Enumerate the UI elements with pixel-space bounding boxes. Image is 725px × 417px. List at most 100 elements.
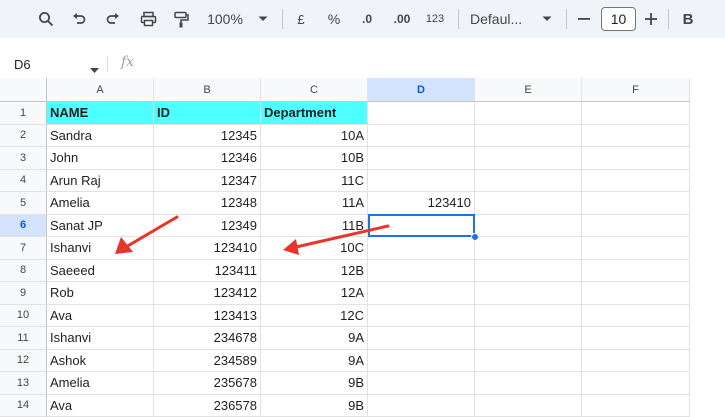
cell-e11[interactable] [475, 327, 582, 350]
cell-a2[interactable]: Sandra [47, 124, 154, 147]
column-header-d[interactable]: D [368, 78, 475, 102]
font-chevron-down-icon[interactable] [540, 0, 554, 38]
cell-b2[interactable]: 12345 [154, 124, 261, 147]
cell-f14[interactable] [582, 394, 690, 417]
cell-d8[interactable] [368, 259, 475, 282]
font-family-select[interactable]: Defaul... [470, 0, 534, 38]
cell-c3[interactable]: 10B [261, 147, 368, 170]
cell-e3[interactable] [475, 147, 582, 170]
cell-f4[interactable] [582, 169, 690, 192]
cell-f3[interactable] [582, 147, 690, 170]
row-header[interactable]: 5 [0, 192, 47, 215]
cell-c6[interactable]: 11B [261, 214, 368, 237]
cell-f10[interactable] [582, 304, 690, 327]
fill-handle[interactable] [471, 233, 479, 241]
cell-b10[interactable]: 123413 [154, 304, 261, 327]
cell-e10[interactable] [475, 304, 582, 327]
column-header-b[interactable]: B [154, 78, 261, 102]
cell-f9[interactable] [582, 282, 690, 305]
cell-e4[interactable] [475, 169, 582, 192]
cell-a3[interactable]: John [47, 147, 154, 170]
cell-d3[interactable] [368, 147, 475, 170]
font-size-input[interactable]: 10 [601, 7, 636, 31]
cell-e14[interactable] [475, 394, 582, 417]
cell-e1[interactable] [475, 102, 582, 125]
cell-b12[interactable]: 234589 [154, 349, 261, 372]
number-format-button[interactable]: 123 [423, 0, 447, 38]
cell-a9[interactable]: Rob [47, 282, 154, 305]
cell-b8[interactable]: 123411 [154, 259, 261, 282]
decrease-font-size-button[interactable] [575, 0, 593, 38]
cell-d10[interactable] [368, 304, 475, 327]
cell-a11[interactable]: Ishanvi [47, 327, 154, 350]
row-header[interactable]: 4 [0, 169, 47, 192]
cell-f12[interactable] [582, 349, 690, 372]
cell-b14[interactable]: 236578 [154, 394, 261, 417]
currency-format-button[interactable]: £ [292, 0, 310, 38]
cell-f2[interactable] [582, 124, 690, 147]
increase-font-size-button[interactable] [643, 0, 659, 38]
cell-b5[interactable]: 12348 [154, 192, 261, 215]
cell-b6[interactable]: 12349 [154, 214, 261, 237]
cell-d6[interactable] [368, 214, 475, 237]
cell-b1[interactable]: ID [154, 102, 261, 125]
cell-d7[interactable] [368, 237, 475, 260]
row-header[interactable]: 10 [0, 304, 47, 327]
paint-format-icon[interactable] [170, 0, 192, 38]
row-header[interactable]: 2 [0, 124, 47, 147]
cell-c5[interactable]: 11A [261, 192, 368, 215]
name-box-chevron-down-icon[interactable] [90, 61, 99, 76]
column-header-a[interactable]: A [47, 78, 154, 102]
cell-f8[interactable] [582, 259, 690, 282]
select-all-corner[interactable] [0, 78, 47, 102]
column-header-c[interactable]: C [261, 78, 368, 102]
cell-a5[interactable]: Amelia [47, 192, 154, 215]
row-header[interactable]: 3 [0, 147, 47, 170]
cell-f13[interactable] [582, 372, 690, 395]
bold-button[interactable]: B [680, 0, 696, 38]
row-header[interactable]: 9 [0, 282, 47, 305]
cell-c9[interactable]: 12A [261, 282, 368, 305]
cell-d5[interactable]: 123410 [368, 192, 475, 215]
cell-b3[interactable]: 12346 [154, 147, 261, 170]
cell-d2[interactable] [368, 124, 475, 147]
cell-d4[interactable] [368, 169, 475, 192]
column-header-f[interactable]: F [582, 78, 690, 102]
row-header[interactable]: 13 [0, 372, 47, 395]
cell-a12[interactable]: Ashok [47, 349, 154, 372]
cell-b7[interactable]: 123410 [154, 237, 261, 260]
cell-c7[interactable]: 10C [261, 237, 368, 260]
cell-a7[interactable]: Ishanvi [47, 237, 154, 260]
zoom-chevron-down-icon[interactable] [256, 0, 270, 38]
cell-d13[interactable] [368, 372, 475, 395]
row-header[interactable]: 7 [0, 237, 47, 260]
cell-a13[interactable]: Amelia [47, 372, 154, 395]
cell-c8[interactable]: 12B [261, 259, 368, 282]
cell-c4[interactable]: 11C [261, 169, 368, 192]
cell-e5[interactable] [475, 192, 582, 215]
row-header[interactable]: 6 [0, 214, 47, 237]
cell-c12[interactable]: 9A [261, 349, 368, 372]
cell-b13[interactable]: 235678 [154, 372, 261, 395]
cell-c13[interactable]: 9B [261, 372, 368, 395]
cell-e13[interactable] [475, 372, 582, 395]
redo-icon[interactable] [102, 0, 124, 38]
increase-decimal-button[interactable]: .00 [389, 0, 415, 38]
cell-c11[interactable]: 9A [261, 327, 368, 350]
row-header[interactable]: 8 [0, 259, 47, 282]
cell-b4[interactable]: 12347 [154, 169, 261, 192]
percent-format-button[interactable]: % [325, 0, 343, 38]
row-header[interactable]: 11 [0, 327, 47, 350]
cell-e9[interactable] [475, 282, 582, 305]
cell-d9[interactable] [368, 282, 475, 305]
cell-e12[interactable] [475, 349, 582, 372]
cell-a1[interactable]: NAME [47, 102, 154, 125]
cell-a14[interactable]: Ava [47, 394, 154, 417]
cell-e2[interactable] [475, 124, 582, 147]
cell-b9[interactable]: 123412 [154, 282, 261, 305]
cell-c10[interactable]: 12C [261, 304, 368, 327]
column-header-e[interactable]: E [475, 78, 582, 102]
cell-f1[interactable] [582, 102, 690, 125]
cell-f7[interactable] [582, 237, 690, 260]
cell-a6[interactable]: Sanat JP [47, 214, 154, 237]
